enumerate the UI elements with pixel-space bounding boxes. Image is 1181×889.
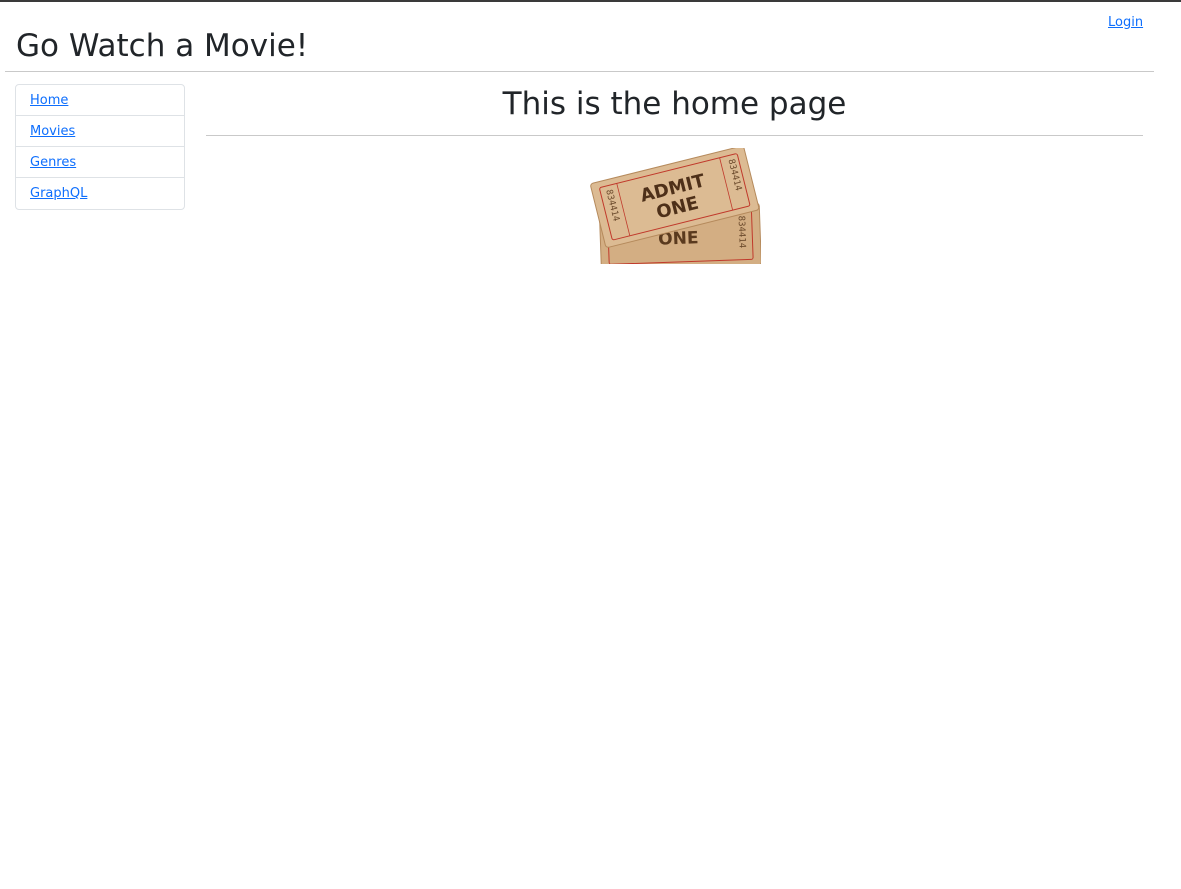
sidebar-item-home[interactable]: Home — [16, 85, 184, 116]
sidebar-link-home[interactable]: Home — [30, 93, 68, 108]
sidebar-link-graphql[interactable]: GraphQL — [30, 186, 87, 201]
main-divider — [206, 135, 1143, 136]
ticket-back-serial: 834414 — [736, 216, 747, 249]
header-divider — [5, 71, 1154, 72]
site-title: Go Watch a Movie! — [16, 28, 309, 64]
page-heading: This is the home page — [502, 86, 847, 122]
sidebar-link-genres[interactable]: Genres — [30, 155, 76, 170]
sidebar-item-movies[interactable]: Movies — [16, 116, 184, 147]
sidebar-item-graphql[interactable]: GraphQL — [16, 178, 184, 209]
sidebar-nav: Home Movies Genres GraphQL — [15, 84, 185, 210]
admit-one-tickets-image: ONE 834414 ADMIT ONE 834414 834414 — [590, 148, 761, 264]
sidebar-link-movies[interactable]: Movies — [30, 124, 75, 139]
top-border — [0, 0, 1181, 2]
sidebar-item-genres[interactable]: Genres — [16, 147, 184, 178]
login-link[interactable]: Login — [1108, 15, 1143, 30]
